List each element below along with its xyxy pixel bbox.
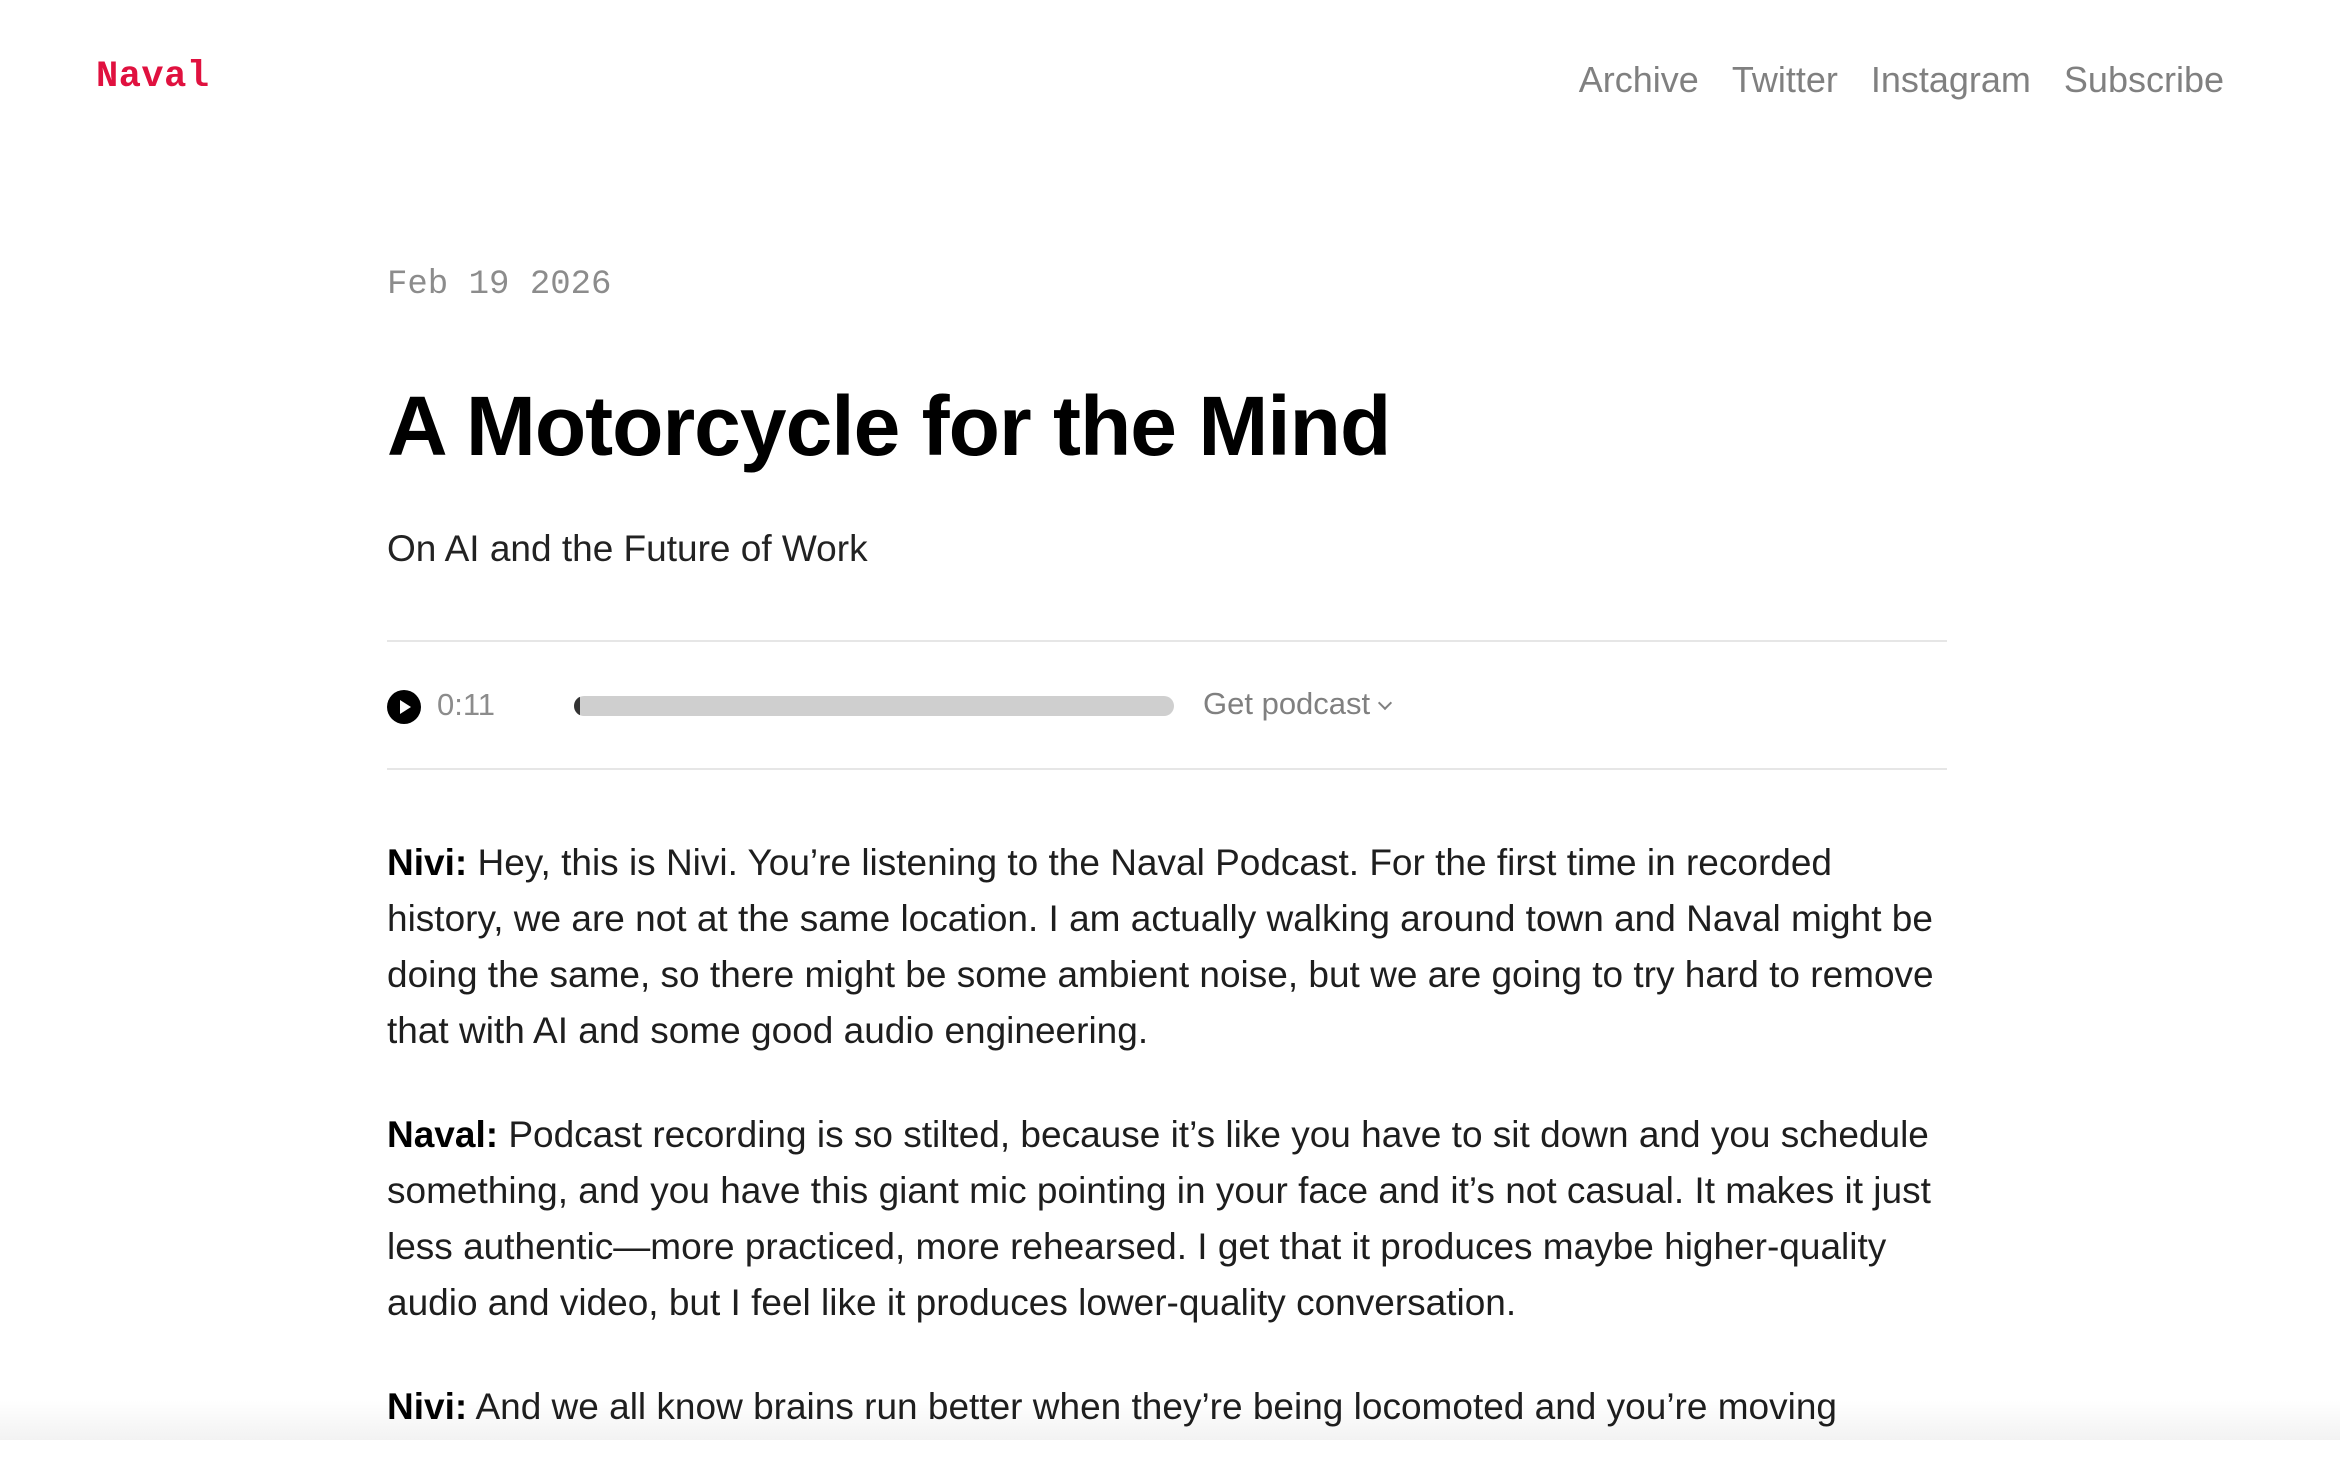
speaker-name: Nivi: <box>387 1386 468 1427</box>
speaker-name: Nivi: <box>387 842 468 883</box>
nav-twitter[interactable]: Twitter <box>1732 58 1838 101</box>
site-logo[interactable]: Naval <box>96 56 210 98</box>
post-date: Feb 19 2026 <box>387 266 612 304</box>
top-nav: Archive Twitter Instagram Subscribe <box>1579 58 2224 101</box>
speaker-name: Naval: <box>387 1114 499 1155</box>
get-podcast-label: Get podcast <box>1203 686 1371 721</box>
paragraph: Nivi: And we all know brains run better … <box>387 1379 1957 1435</box>
audio-player: 0:11 Get podcast <box>387 640 1947 770</box>
transcript: Nivi: Hey, this is Nivi. You’re listenin… <box>387 835 1957 1483</box>
get-podcast-dropdown[interactable]: Get podcast <box>1203 686 1393 722</box>
play-icon[interactable] <box>387 690 421 724</box>
paragraph-text: Podcast recording is so stilted, because… <box>387 1114 1931 1323</box>
site-header: Naval Archive Twitter Instagram Subscrib… <box>0 0 2340 150</box>
paragraph-text: And we all know brains run better when t… <box>475 1386 1837 1427</box>
post-subtitle: On AI and the Future of Work <box>387 528 868 569</box>
playback-time: 0:11 <box>437 687 496 722</box>
nav-subscribe[interactable]: Subscribe <box>2064 58 2224 101</box>
post-title: A Motorcycle for the Mind <box>387 379 1391 473</box>
progress-bar[interactable] <box>574 696 1174 716</box>
paragraph: Naval: Podcast recording is so stilted, … <box>387 1107 1957 1331</box>
chevron-down-icon <box>1378 695 1393 711</box>
progress-fill <box>574 696 580 716</box>
nav-instagram[interactable]: Instagram <box>1871 58 2031 101</box>
paragraph: Nivi: Hey, this is Nivi. You’re listenin… <box>387 835 1957 1059</box>
paragraph-text: Hey, this is Nivi. You’re listening to t… <box>387 842 1934 1051</box>
nav-archive[interactable]: Archive <box>1579 58 1699 101</box>
